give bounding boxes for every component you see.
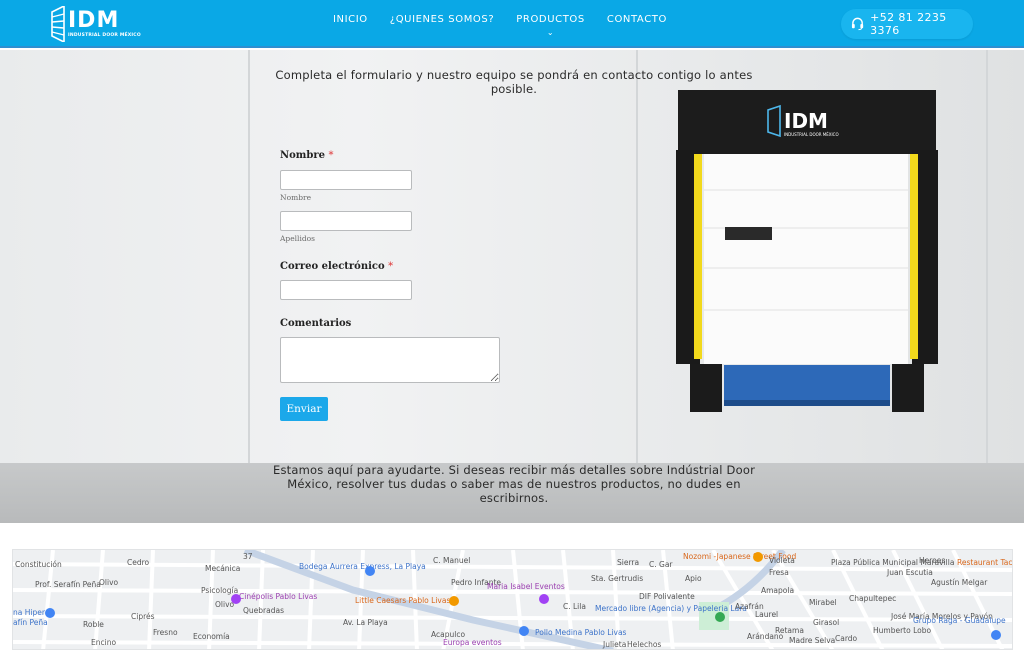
map-label: 37 [243,552,253,561]
map-label: Cinépolis Pablo Livas [239,592,318,601]
venue-pin-icon[interactable] [539,594,549,604]
food-pin-icon[interactable] [753,552,763,562]
map-label: Restaurant Tac [957,558,1013,567]
map-label: DIF Polivalente [639,592,695,601]
map-label: Cedro [127,558,150,567]
comments-textarea[interactable] [280,337,500,383]
comments-label: Comentarios [280,318,352,329]
food-pin-icon[interactable] [449,596,459,606]
email-label-text: Correo electrónico [280,261,385,272]
map-label: C. Gar [649,560,673,569]
map-label: Sierra [617,558,640,567]
map-label: Av. La Playa [343,618,388,627]
map-label: afín Peña [13,618,48,627]
door-logo-text: IDM [784,109,828,133]
cinema-pin-icon[interactable] [231,594,241,604]
nav-contacto[interactable]: CONTACTO [607,14,667,25]
site-header: IDM INDUSTRIAL DOOR MÉXICO INICIO ¿QUIEN… [0,0,1024,48]
map-label: C. Lila [563,602,586,611]
logo-text: IDM [68,8,120,33]
map-label: Ciprés [131,612,155,621]
chevron-down-icon: ⌄ [546,28,555,37]
map-label: Apio [685,574,702,583]
shopping-pin-icon[interactable] [991,630,1001,640]
map-label: Europa eventos [443,638,502,647]
shopping-pin-icon[interactable] [365,566,375,576]
map-label: Agustín Melgar [931,578,988,587]
phone-number: +52 81 2235 3376 [870,11,947,37]
map-label: Arándano [747,632,784,641]
email-label: Correo electrónico * [280,261,393,272]
map-label: Madre Selva [789,636,836,645]
map-label: na Hiper [13,608,45,617]
name-label-text: Nombre [280,150,326,161]
required-mark: * [388,261,394,272]
headset-icon [851,17,864,31]
door-logo-subtext: INDUSTRIAL DOOR MÉXICO [784,132,839,137]
map-label: C. Manuel [433,556,471,565]
map-label: Quebradas [243,606,284,615]
first-name-input[interactable] [280,170,412,190]
nav-inicio[interactable]: INICIO [333,14,368,25]
submit-button[interactable]: Enviar [280,397,328,421]
map-label: Olivo [99,578,119,587]
map-label: Girasol [813,618,840,627]
map-label: Julieta [603,640,627,649]
map-label: Cardo [835,634,858,643]
map-label: Laurel [755,610,779,619]
map-label: Sta. Gertrudis [591,574,644,583]
main-nav: INICIO ¿QUIENES SOMOS? PRODUCTOS ⌄ CONTA… [322,14,678,37]
shopping-pin-icon[interactable] [519,626,529,636]
map-label: Prof. Serafín Peña [35,580,101,589]
brand-logo[interactable]: IDM INDUSTRIAL DOOR MÉXICO [50,6,141,42]
phone-button[interactable]: +52 81 2235 3376 [841,9,973,39]
map-label: Mecánica [205,564,241,573]
wall-seam [986,50,988,523]
map-label: Chapultepec [849,594,897,603]
map-label: Juan Escutia [887,568,933,577]
shopping-pin-icon[interactable] [45,608,55,618]
map-label: Helechos [627,640,662,649]
map-label: Fresa [769,568,789,577]
map-label: Maria Isabel Eventos [487,582,565,591]
map-label: Little Caesars Pablo Livas [355,596,451,605]
map-label: Economía [193,632,230,641]
nav-productos-label: PRODUCTOS [516,14,585,25]
map-label: Mirabel [809,598,837,607]
contact-hero: Completa el formulario y nuestro equipo … [0,50,1024,523]
map-label: Fresno [153,628,178,637]
map-label: Heroes [919,556,946,565]
park-pin-icon[interactable] [715,612,725,622]
map-label: Humberto Lobo [873,626,932,635]
last-name-input[interactable] [280,211,412,231]
map-label: Roble [83,620,104,629]
map-label: Constitución [15,560,62,569]
location-map[interactable]: Cedro Mecánica Olivo Psicología Olivo Qu… [12,549,1013,650]
first-name-sublabel: Nombre [280,193,312,202]
dock-door-image: IDM INDUSTRIAL DOOR MÉXICO [676,90,938,412]
map-label: Bodega Aurrera Express, La Playa [299,562,426,571]
map-label: Amapola [761,586,795,595]
wall-seam [636,50,638,523]
map-label: Grupo Raga - Guadalupe [913,616,1006,625]
logo-subtext: INDUSTRIAL DOOR MÉXICO [68,33,141,38]
nav-quienes-somos[interactable]: ¿QUIENES SOMOS? [390,14,494,25]
logo-mark-icon [51,6,65,42]
name-label: Nombre * [280,150,334,161]
required-mark: * [328,150,334,161]
map-label: Encino [91,638,117,647]
map-label: Mercado libre (Agencia) y Papeleria Lara [595,604,747,613]
map-label: Pollo Medina Pablo Livas [535,628,627,637]
help-text: Estamos aquí para ayudarte. Si deseas re… [272,463,756,505]
wall-seam [248,50,250,523]
email-input[interactable] [280,280,412,300]
last-name-sublabel: Apellidos [280,234,316,243]
nav-productos[interactable]: PRODUCTOS ⌄ [516,14,585,37]
map-label: Violeta [769,556,795,565]
